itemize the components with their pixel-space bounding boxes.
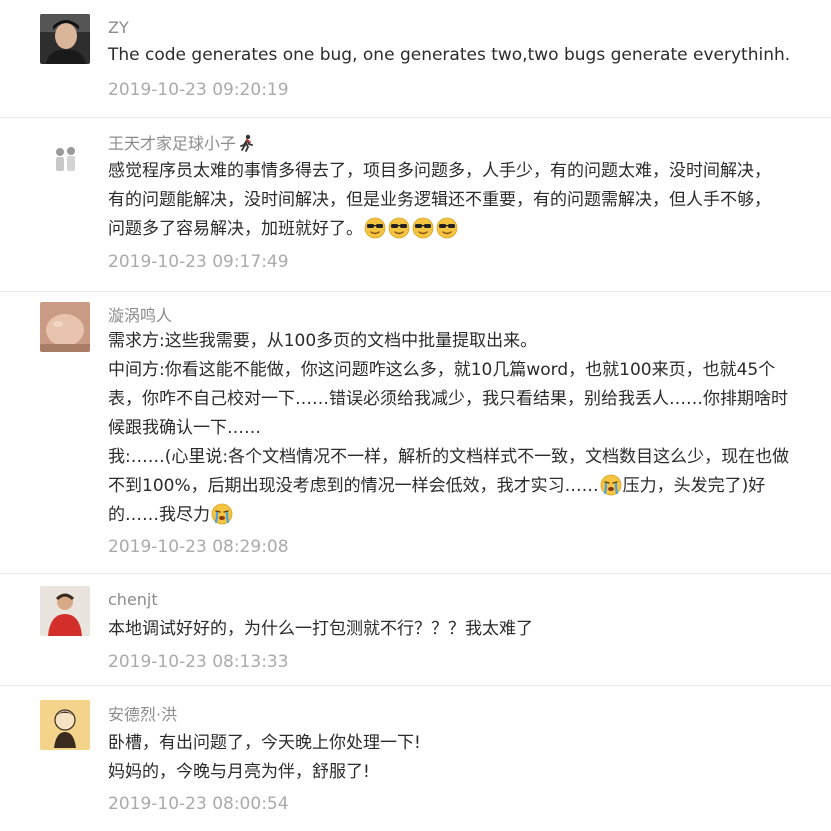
comment-line: 感觉程序员太难的事情多得去了，项目多问题多，人手少，有的问题太难，没时间解决， [108, 161, 771, 181]
comment-line: 有的问题能解决，没时间解决，但是业务逻辑还不重要，有的问题需解决，但人手不够， [108, 190, 771, 210]
comment-author[interactable]: ZY [108, 18, 129, 38]
comment-author[interactable]: 安德烈·洪 [108, 705, 177, 725]
crying-emoji-icon [600, 474, 622, 496]
comment-timestamp: 2019-10-23 08:00:54 [108, 794, 289, 814]
comment-line: 不到100%，后期出现没考虑到的情况一样会低效，我才实习…… 压力，头发完了)好 [108, 472, 808, 501]
comment-line: 我:……(心里说:各个文档情况不一样，解析的文档样式不一致，文档数目这么少，现在… [108, 447, 790, 467]
comment-text: 本地调试好好的，为什么一打包测就不行？？？我太难了 [108, 615, 808, 644]
sunglasses-emoji-icon [412, 217, 434, 239]
comment-line: 候跟我确认一下…… [108, 418, 261, 438]
user-avatar[interactable] [40, 302, 90, 352]
comment-author[interactable]: 王天才家足球小子 [108, 134, 256, 154]
comment-timestamp: 2019-10-23 09:20:19 [108, 80, 289, 100]
comment-line: 问题多了容易解决，加班就好了。 [108, 215, 808, 244]
user-avatar[interactable] [40, 586, 90, 636]
comment-line-text: 不到100%，后期出现没考虑到的情况一样会低效，我才实习…… [108, 476, 599, 496]
user-avatar[interactable] [40, 132, 90, 182]
comment-line: 需求方:这些我需要，从100多页的文档中批量提取出来。 [108, 331, 538, 351]
comment-line-text: 的……我尽力 [108, 505, 210, 525]
user-avatar[interactable] [40, 700, 90, 750]
comment-text: 感觉程序员太难的事情多得去了，项目多问题多，人手少，有的问题太难，没时间解决， … [108, 157, 808, 244]
comment-line: 的……我尽力 [108, 501, 808, 530]
comment-timestamp: 2019-10-23 08:13:33 [108, 652, 289, 672]
comment-line: 本地调试好好的，为什么一打包测就不行？？？我太难了 [108, 619, 533, 639]
author-name[interactable]: 王天才家足球小子 [108, 134, 236, 153]
comment-item: ZY The code generates one bug, one gener… [0, 0, 831, 118]
comment-item: 王天才家足球小子 感觉程序员太难的事情多得去了，项目多问题多，人手少，有的问题太… [0, 118, 831, 292]
comment-line-text: 压力，头发完了)好 [622, 476, 766, 496]
comment-line: The code generates one bug, one generate… [108, 45, 791, 65]
comment-item: 安德烈·洪 卧槽，有出问题了，今天晚上你处理一下! 妈妈的，今晚与月亮为伴，舒服… [0, 686, 831, 831]
comment-line-text: 问题多了容易解决，加班就好了。 [108, 219, 363, 239]
comment-timestamp: 2019-10-23 08:29:08 [108, 537, 289, 557]
comment-line: 中间方:你看这能不能做，你这问题咋这么多，就10几篇word，也就100来页，也… [108, 360, 776, 380]
sunglasses-emoji-icon [436, 217, 458, 239]
runner-icon [240, 134, 253, 152]
sunglasses-emoji-icon [364, 217, 386, 239]
comment-item: 漩涡鸣人 需求方:这些我需要，从100多页的文档中批量提取出来。 中间方:你看这… [0, 292, 831, 574]
crying-emoji-icon [211, 503, 233, 525]
comment-text: 需求方:这些我需要，从100多页的文档中批量提取出来。 中间方:你看这能不能做，… [108, 327, 808, 530]
comment-feed: ZY The code generates one bug, one gener… [0, 0, 831, 831]
sunglasses-emoji-icon [388, 217, 410, 239]
comment-author[interactable]: 漩涡鸣人 [108, 306, 172, 326]
comment-timestamp: 2019-10-23 09:17:49 [108, 252, 289, 272]
comment-line: 卧槽，有出问题了，今天晚上你处理一下! [108, 733, 421, 753]
comment-item: chenjt 本地调试好好的，为什么一打包测就不行？？？我太难了 2019-10… [0, 574, 831, 686]
comment-line: 表，你咋不自己校对一下……错误必须给我减少，我只看结果，别给我丢人……你排期啥时 [108, 389, 788, 409]
comment-text: The code generates one bug, one generate… [108, 41, 808, 70]
comment-author[interactable]: chenjt [108, 590, 158, 610]
user-avatar[interactable] [40, 14, 90, 64]
comment-line: 妈妈的，今晚与月亮为伴，舒服了! [108, 762, 370, 782]
comment-text: 卧槽，有出问题了，今天晚上你处理一下! 妈妈的，今晚与月亮为伴，舒服了! [108, 729, 808, 787]
